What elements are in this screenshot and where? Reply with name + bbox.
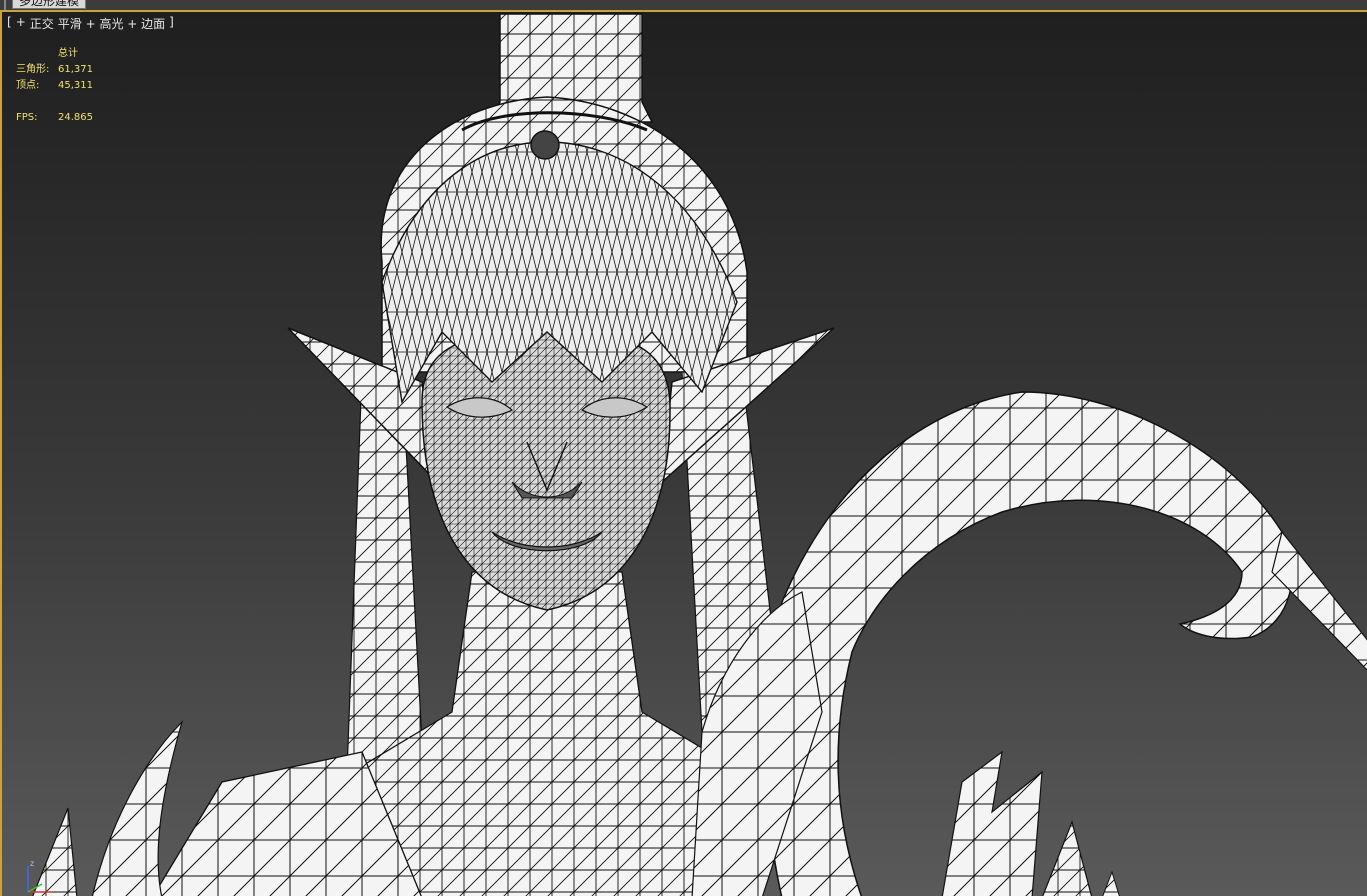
stats-fps-label: FPS: [16, 112, 38, 123]
stats-vertices-row: 顶点: 45,311 [16, 78, 93, 94]
stats-vertices-label: 顶点: [16, 80, 40, 91]
stats-fps-value: 24.865 [58, 112, 93, 123]
viewport-label-close-bracket: ] [169, 15, 174, 29]
stats-triangles-value: 61,371 [58, 64, 93, 75]
viewport[interactable]: [ + 正交 平滑 + 高光 + 边面 ] 总计 三角形: 61,371 顶点:… [0, 10, 1367, 896]
viewport-menu-general[interactable]: + [16, 15, 26, 32]
ribbon-grip [4, 0, 6, 10]
stats-triangles-row: 三角形: 61,371 [16, 62, 93, 78]
stats-header: 总计 [58, 48, 78, 59]
stats-vertices-value: 45,311 [58, 80, 93, 91]
axis-z-label: z [30, 859, 34, 868]
statistics-overlay: 总计 三角形: 61,371 顶点: 45,311 FPS: 24.865 [16, 46, 93, 126]
viewport-label-open-bracket: [ [7, 15, 12, 29]
viewport-label-menu[interactable]: [ + 正交 平滑 + 高光 + 边面 ] [7, 15, 174, 32]
stats-fps-row: FPS: 24.865 [16, 110, 93, 126]
viewport-menu-view[interactable]: 正交 [30, 15, 54, 32]
wireframe-model [32, 13, 1367, 896]
axis-gizmo-icon: z [27, 859, 52, 893]
ribbon-tab-polygon-modeling[interactable]: 多边形建模 [12, 0, 87, 9]
stats-triangles-label: 三角形: [16, 64, 50, 75]
viewport-menu-shading[interactable]: 平滑 + 高光 + 边面 [58, 15, 165, 32]
